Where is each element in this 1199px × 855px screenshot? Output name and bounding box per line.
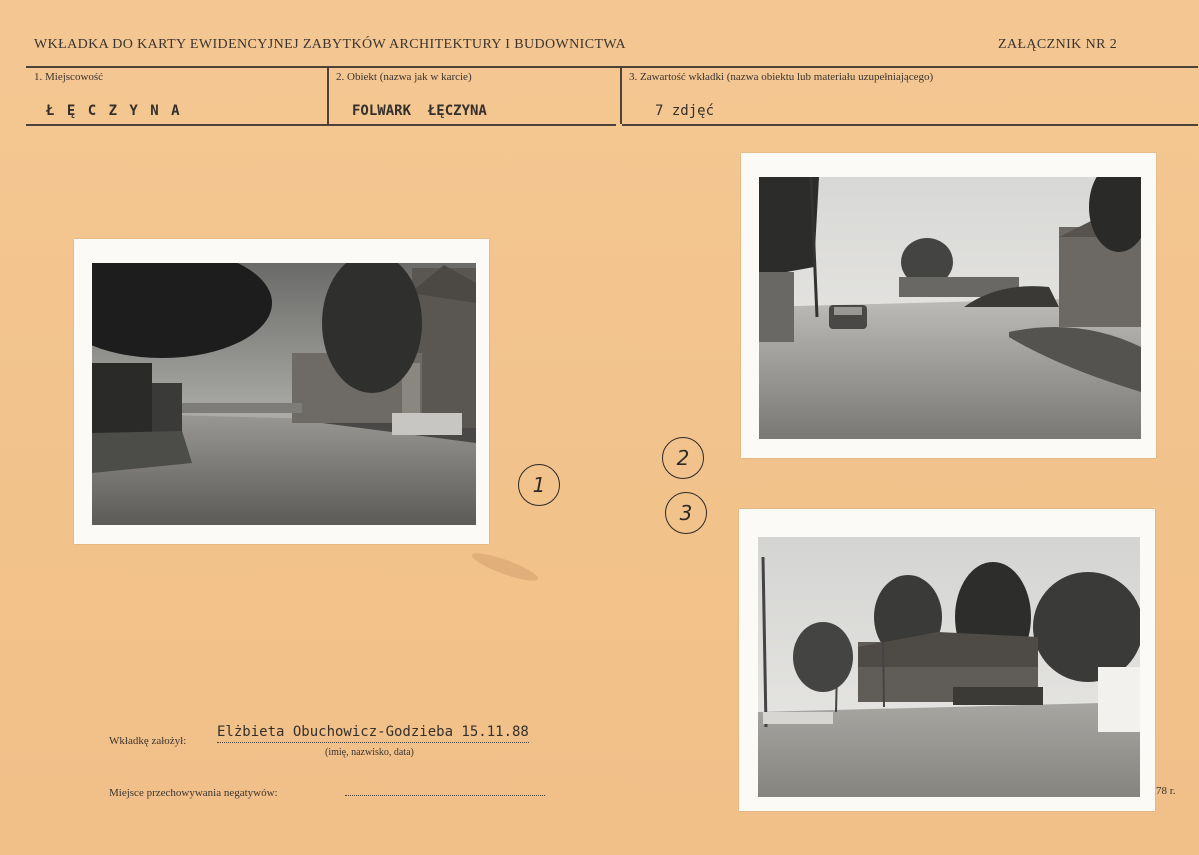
creator-label: Wkładkę założył: [109,735,187,747]
header-bottom-rule [26,124,616,126]
field-contents-label: 3. Zawartość wkładki (nazwa obiektu lub … [629,71,934,83]
negatives-label: Miejsce przechowywania negatywów: [109,787,278,799]
field-divider-2 [620,68,622,124]
field-divider-1 [327,68,329,124]
photo-1 [74,239,489,544]
photo-number-3: 3 [665,492,707,534]
photo-2 [741,153,1156,458]
photo-3-image [758,537,1140,797]
header-top-rule [26,66,1198,68]
creator-caption: (imię, nazwisko, data) [325,747,414,758]
paper-stain [469,548,541,586]
annex-label: ZAŁĄCZNIK NR 2 [998,37,1118,52]
photo-2-image [759,177,1141,439]
year-suffix: 78 r. [1156,785,1176,797]
field-contents-value: 7 zdjęć [655,103,715,119]
sheet-title: WKŁADKA DO KARTY EWIDENCYJNEJ ZABYTKÓW A… [34,37,626,52]
field-object-value: FOLWARK ŁĘCZYNA [352,103,487,119]
creator-value: Elżbieta Obuchowicz-Godzieba 15.11.88 [217,724,529,743]
photo-1-image [92,263,476,525]
header-bottom-rule-right [622,124,1198,126]
photo-number-2: 2 [662,437,704,479]
field-locality-value: Ł Ę C Z Y N A [46,103,182,119]
negatives-field [345,795,545,796]
record-sheet: WKŁADKA DO KARTY EWIDENCYJNEJ ZABYTKÓW A… [0,0,1199,855]
photo-number-1: 1 [518,464,560,506]
field-object-label: 2. Obiekt (nazwa jak w karcie) [336,71,472,83]
field-locality-label: 1. Miejscowość [34,71,104,83]
photo-3 [739,509,1155,811]
